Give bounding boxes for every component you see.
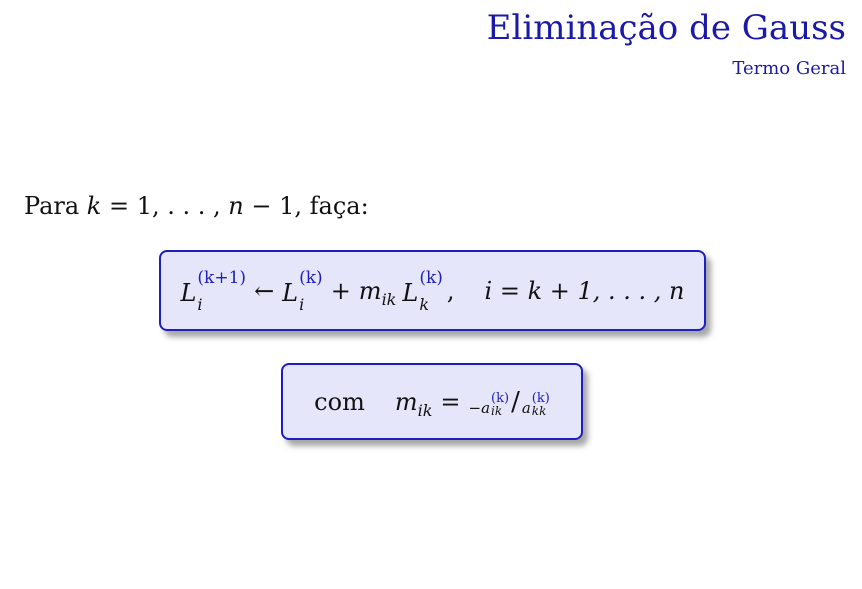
slide-subtitle: Termo Geral: [732, 58, 846, 79]
row-operation-box: L (k+1) i ← L (k) i + m ik L (k) k , i =…: [159, 250, 706, 331]
frac-slash: /: [511, 386, 520, 417]
mult-equals: =: [440, 387, 461, 416]
num-scripts: (k) ik: [491, 392, 509, 417]
pivot-sub: k: [419, 295, 430, 314]
intro-prefix: Para: [24, 192, 87, 220]
intro-n: n: [228, 192, 244, 220]
plus-symbol: +: [330, 276, 351, 305]
lhs-sup: (k+1): [197, 268, 247, 288]
com-label: com: [314, 387, 365, 416]
pivot-L: L: [402, 279, 419, 307]
formula-comma: ,: [446, 276, 455, 305]
mult-m: m: [394, 387, 418, 416]
den-scripts: (k) kk: [532, 392, 550, 417]
lhs-scripts: (k+1) i: [197, 270, 246, 313]
den-sub: kk: [531, 403, 547, 418]
pivot-sup: (k): [419, 268, 443, 288]
lhs-L: L: [180, 279, 197, 307]
mult-lhs: m ik: [394, 387, 433, 420]
rhs-scripts: (k) i: [299, 270, 323, 313]
rhs-sup: (k): [299, 268, 323, 288]
lhs-sub: i: [197, 295, 203, 314]
range-expression: i = k + 1, . . . , n: [484, 276, 685, 305]
multiplier-sub: ik: [381, 289, 397, 309]
intro-statement: Para k = 1, . . . , n − 1, faça:: [24, 192, 369, 220]
rhs-L: L: [282, 279, 299, 307]
mult-sub: ik: [417, 400, 433, 420]
den-sup: (k): [531, 390, 550, 406]
intro-minus: − 1,: [243, 192, 310, 220]
lhs-row: L (k+1) i: [180, 270, 246, 313]
intro-equals: = 1, . . . ,: [101, 192, 229, 220]
slide-title: Eliminação de Gauss: [486, 8, 846, 48]
num-a: a: [481, 398, 491, 417]
rhs-sub: i: [299, 295, 305, 314]
num-sup: (k): [491, 390, 510, 406]
multiplier-m: m: [358, 276, 382, 305]
mult-fraction: − a (k) ik / a (k) kk: [469, 387, 550, 417]
arrow-symbol: ←: [254, 276, 275, 305]
intro-k: k: [86, 192, 102, 220]
multiplier-term: m ik: [358, 276, 397, 309]
rhs-row: L (k) i: [282, 270, 323, 313]
intro-suffix: faça:: [309, 192, 369, 220]
mult-minus: −: [468, 398, 482, 417]
multiplier-box: com m ik = − a (k) ik / a (k) kk: [281, 363, 583, 440]
pivot-row: L (k) k: [402, 270, 443, 313]
num-sub: ik: [491, 403, 503, 418]
pivot-scripts: (k) k: [419, 270, 443, 313]
den-a: a: [521, 398, 531, 417]
